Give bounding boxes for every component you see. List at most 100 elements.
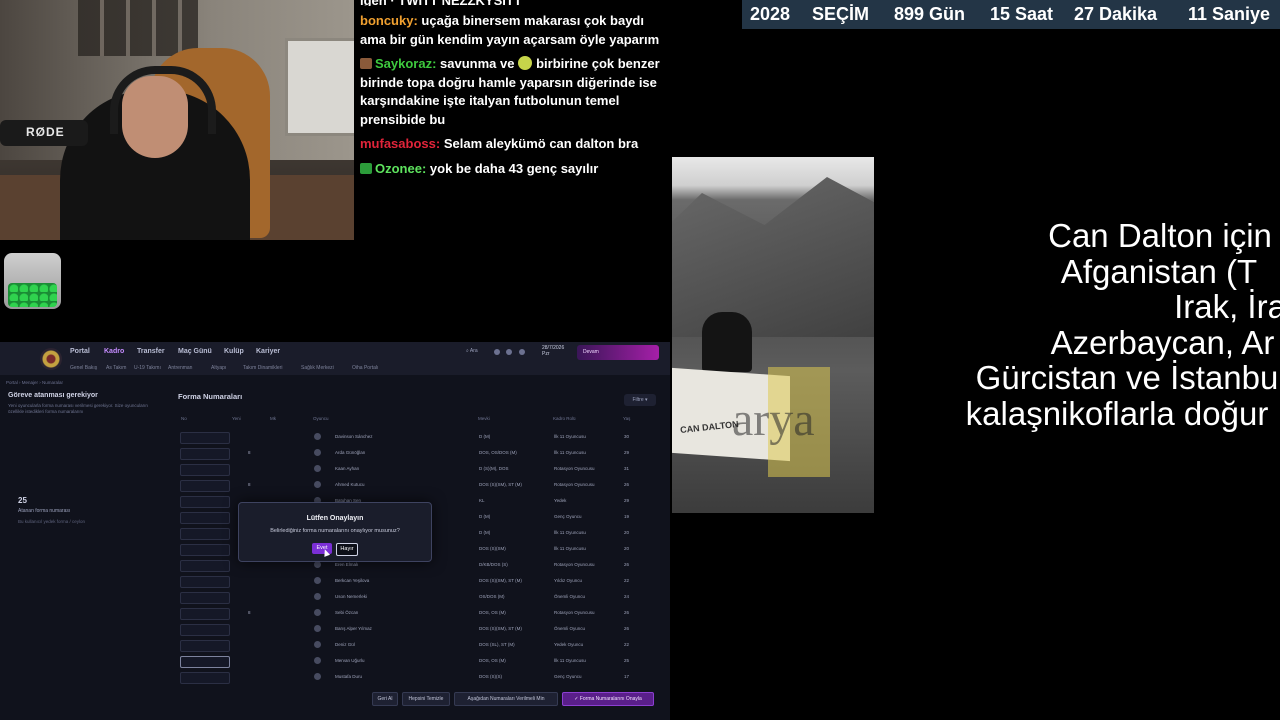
date-day: Pzr [542, 351, 550, 357]
nav-kulup[interactable]: Kulüp [224, 348, 244, 355]
player-role: Yedek Oyuncu [554, 642, 584, 647]
player-name[interactable]: Davinson Sánchez [335, 434, 373, 439]
nav-transfer[interactable]: Transfer [137, 348, 165, 355]
clear-all-button[interactable]: Hepsini Temizle [402, 692, 450, 706]
subnav-saglik[interactable]: Sağlık Merkezi [301, 365, 334, 371]
toolbar-icon[interactable] [494, 349, 500, 355]
subnav-u19[interactable]: U-19 Takımı [134, 365, 161, 371]
player-name[interactable]: Deniz Gül [335, 642, 355, 647]
chat-message: mufasaboss: Selam aleykümö can dalton br… [360, 135, 660, 154]
table-row[interactable]: Uson Nemerleki OS/DOS (M) Önemli Oyuncu 24 [178, 590, 656, 604]
nav-portal[interactable]: Portal [70, 348, 90, 355]
player-avatar [314, 433, 321, 440]
col-mk[interactable]: Mk [270, 416, 276, 421]
chat-username[interactable]: Saykoraz: [375, 56, 436, 71]
jersey-number-select[interactable] [180, 576, 230, 588]
subnav-altyapi[interactable]: Altyapı [211, 365, 226, 371]
chat-username[interactable]: Ozonee: [375, 161, 426, 176]
nav-kariyer[interactable]: Kariyer [256, 348, 280, 355]
subnav-as-takim[interactable]: As Takım [106, 365, 126, 371]
jersey-number-select[interactable] [180, 512, 230, 524]
countdown-hours: 15 Saat [990, 4, 1054, 24]
table-row[interactable]: 8 Ahmed Kutucu DOS (S)(SM), ST (M) Rotasyon… [178, 478, 656, 492]
player-name[interactable]: Uson Nemerleki [335, 594, 367, 599]
breadcrumb[interactable]: Portal › Menajer › Numaralar [6, 380, 63, 385]
jersey-number-select[interactable] [180, 592, 230, 604]
dialog-message: Belirlediğiniz forma numaralarını onaylı… [270, 528, 400, 534]
player-position: DOS (S)(SM) [479, 546, 506, 551]
jersey-number-select[interactable] [180, 640, 230, 652]
nav-kadro[interactable]: Kadro [104, 348, 124, 355]
jersey-number-select[interactable] [180, 608, 230, 620]
player-name[interactable]: Sebi Özcan [335, 610, 358, 615]
player-name[interactable]: Eren Elmalı [335, 562, 358, 567]
table-row[interactable]: Barış Alper Yılmaz DOS (S)(SM), ST (M) Öne… [178, 622, 656, 636]
player-position: D (M) [479, 434, 491, 439]
continue-label: Devam [583, 349, 599, 355]
player-position: DOS, OS (M) [479, 610, 506, 615]
table-title: Forma Numaraları [178, 392, 243, 401]
player-position: D/KB/DOS (S) [479, 562, 508, 567]
table-row[interactable]: Davinson Sánchez D (M) İlk 11 Oyuncusu 30 [178, 430, 656, 444]
undo-button[interactable]: Geri Al [372, 692, 398, 706]
col-no[interactable]: No [181, 416, 187, 421]
jersey-number-select[interactable] [180, 496, 230, 508]
confirm-numbers-button[interactable]: ✓ Forma Numaralarını Onayla [562, 692, 654, 706]
webcam-feed: RØDE [0, 0, 354, 240]
player-position: D (S)(M), DOS [479, 466, 509, 471]
col-oyuncu[interactable]: Oyuncu [313, 416, 329, 421]
player-name[interactable]: Mustafa Duru [335, 674, 362, 679]
confirm-numbers-label: Forma Numaralarını Onayla [579, 696, 642, 702]
table-row[interactable]: Kaan Ayhan D (S)(M), DOS Rotasyon Oyuncusu… [178, 462, 656, 476]
subnav-antrenman[interactable]: Antrenman [168, 365, 192, 371]
table-row[interactable]: 8 Sebi Özcan DOS, OS (M) Rotasyon Oyuncusu 2… [178, 606, 656, 620]
filter-button[interactable]: Filtre ▾ [624, 394, 656, 406]
caption-line: Azerbaycan, Ar [1050, 323, 1275, 361]
player-name[interactable]: Berkcan Yeşilova [335, 578, 369, 583]
player-position: D (M) [479, 530, 491, 535]
auto-assign-button[interactable]: Aşağıdan Numaraları Verilmeli Min [454, 692, 558, 706]
player-name[interactable]: Barış Alper Yılmaz [335, 626, 372, 631]
dialog-no-button[interactable]: Hayır [336, 543, 358, 556]
nav-mac-gunu[interactable]: Maç Günü [178, 348, 212, 355]
col-yeni[interactable]: Yeni [232, 416, 241, 421]
table-row[interactable]: Berkcan Yeşilova DOS (S)(SM), ST (M) Yıldı… [178, 574, 656, 588]
player-name[interactable]: Arda Günöğlan [335, 450, 365, 455]
subnav-genel[interactable]: Genel Bakış [70, 365, 97, 371]
player-role: İlk 11 Oyuncusu [554, 530, 586, 535]
subnav-dinamikler[interactable]: Takım Dinamikleri [243, 365, 282, 371]
club-logo-icon[interactable] [40, 348, 62, 370]
jersey-number-select[interactable] [180, 656, 230, 668]
jersey-number-select[interactable] [180, 480, 230, 492]
table-row[interactable]: 8 Arda Günöğlan DOS, OS/DOS (M) İlk 11 Oyun… [178, 446, 656, 460]
video-watermark-text: arya [732, 393, 815, 446]
subnav-portal[interactable]: Oiha Portalı [352, 365, 378, 371]
player-name[interactable]: Ahmed Kutucu [335, 482, 365, 487]
player-name[interactable]: Kaan Ayhan [335, 466, 359, 471]
table-row[interactable]: Deniz Gül DOS (SL), ST (M) Yedek Oyuncu 22 [178, 638, 656, 652]
player-position: DOS, OS/DOS (M) [479, 450, 517, 455]
col-kadro-rolu[interactable]: Kadro Rolü [553, 416, 576, 421]
table-row[interactable]: Mustafa Duru DOS (S)(S) Genç Oyuncu 17 [178, 670, 656, 684]
mic-brand: RØDE [26, 125, 65, 139]
col-yas[interactable]: Yaş [623, 416, 630, 421]
toolbar-icon[interactable] [506, 349, 512, 355]
jersey-number-select[interactable] [180, 624, 230, 636]
player-name[interactable]: Mervan Uğurlu [335, 658, 365, 663]
continue-button[interactable]: Devam [577, 345, 659, 360]
jersey-number-select[interactable] [180, 448, 230, 460]
chat-username[interactable]: mufasaboss: [360, 136, 440, 151]
search-button[interactable]: ⌕ Ara [466, 348, 490, 357]
jersey-number-select[interactable] [180, 672, 230, 684]
table-row[interactable]: Mervan Uğurlu DOS, OS (M) İlk 11 Oyuncusu 2… [178, 654, 656, 668]
gear-icon[interactable] [519, 349, 525, 355]
jersey-number-select[interactable] [180, 528, 230, 540]
jersey-number-select[interactable] [180, 432, 230, 444]
player-age: 22 [624, 642, 630, 647]
chat-username[interactable]: boncuky: [360, 13, 418, 28]
player-avatar [314, 593, 321, 600]
jersey-number-select[interactable] [180, 560, 230, 572]
jersey-number-select[interactable] [180, 464, 230, 476]
col-mevki[interactable]: Mevki [478, 416, 490, 421]
jersey-number-select[interactable] [180, 544, 230, 556]
